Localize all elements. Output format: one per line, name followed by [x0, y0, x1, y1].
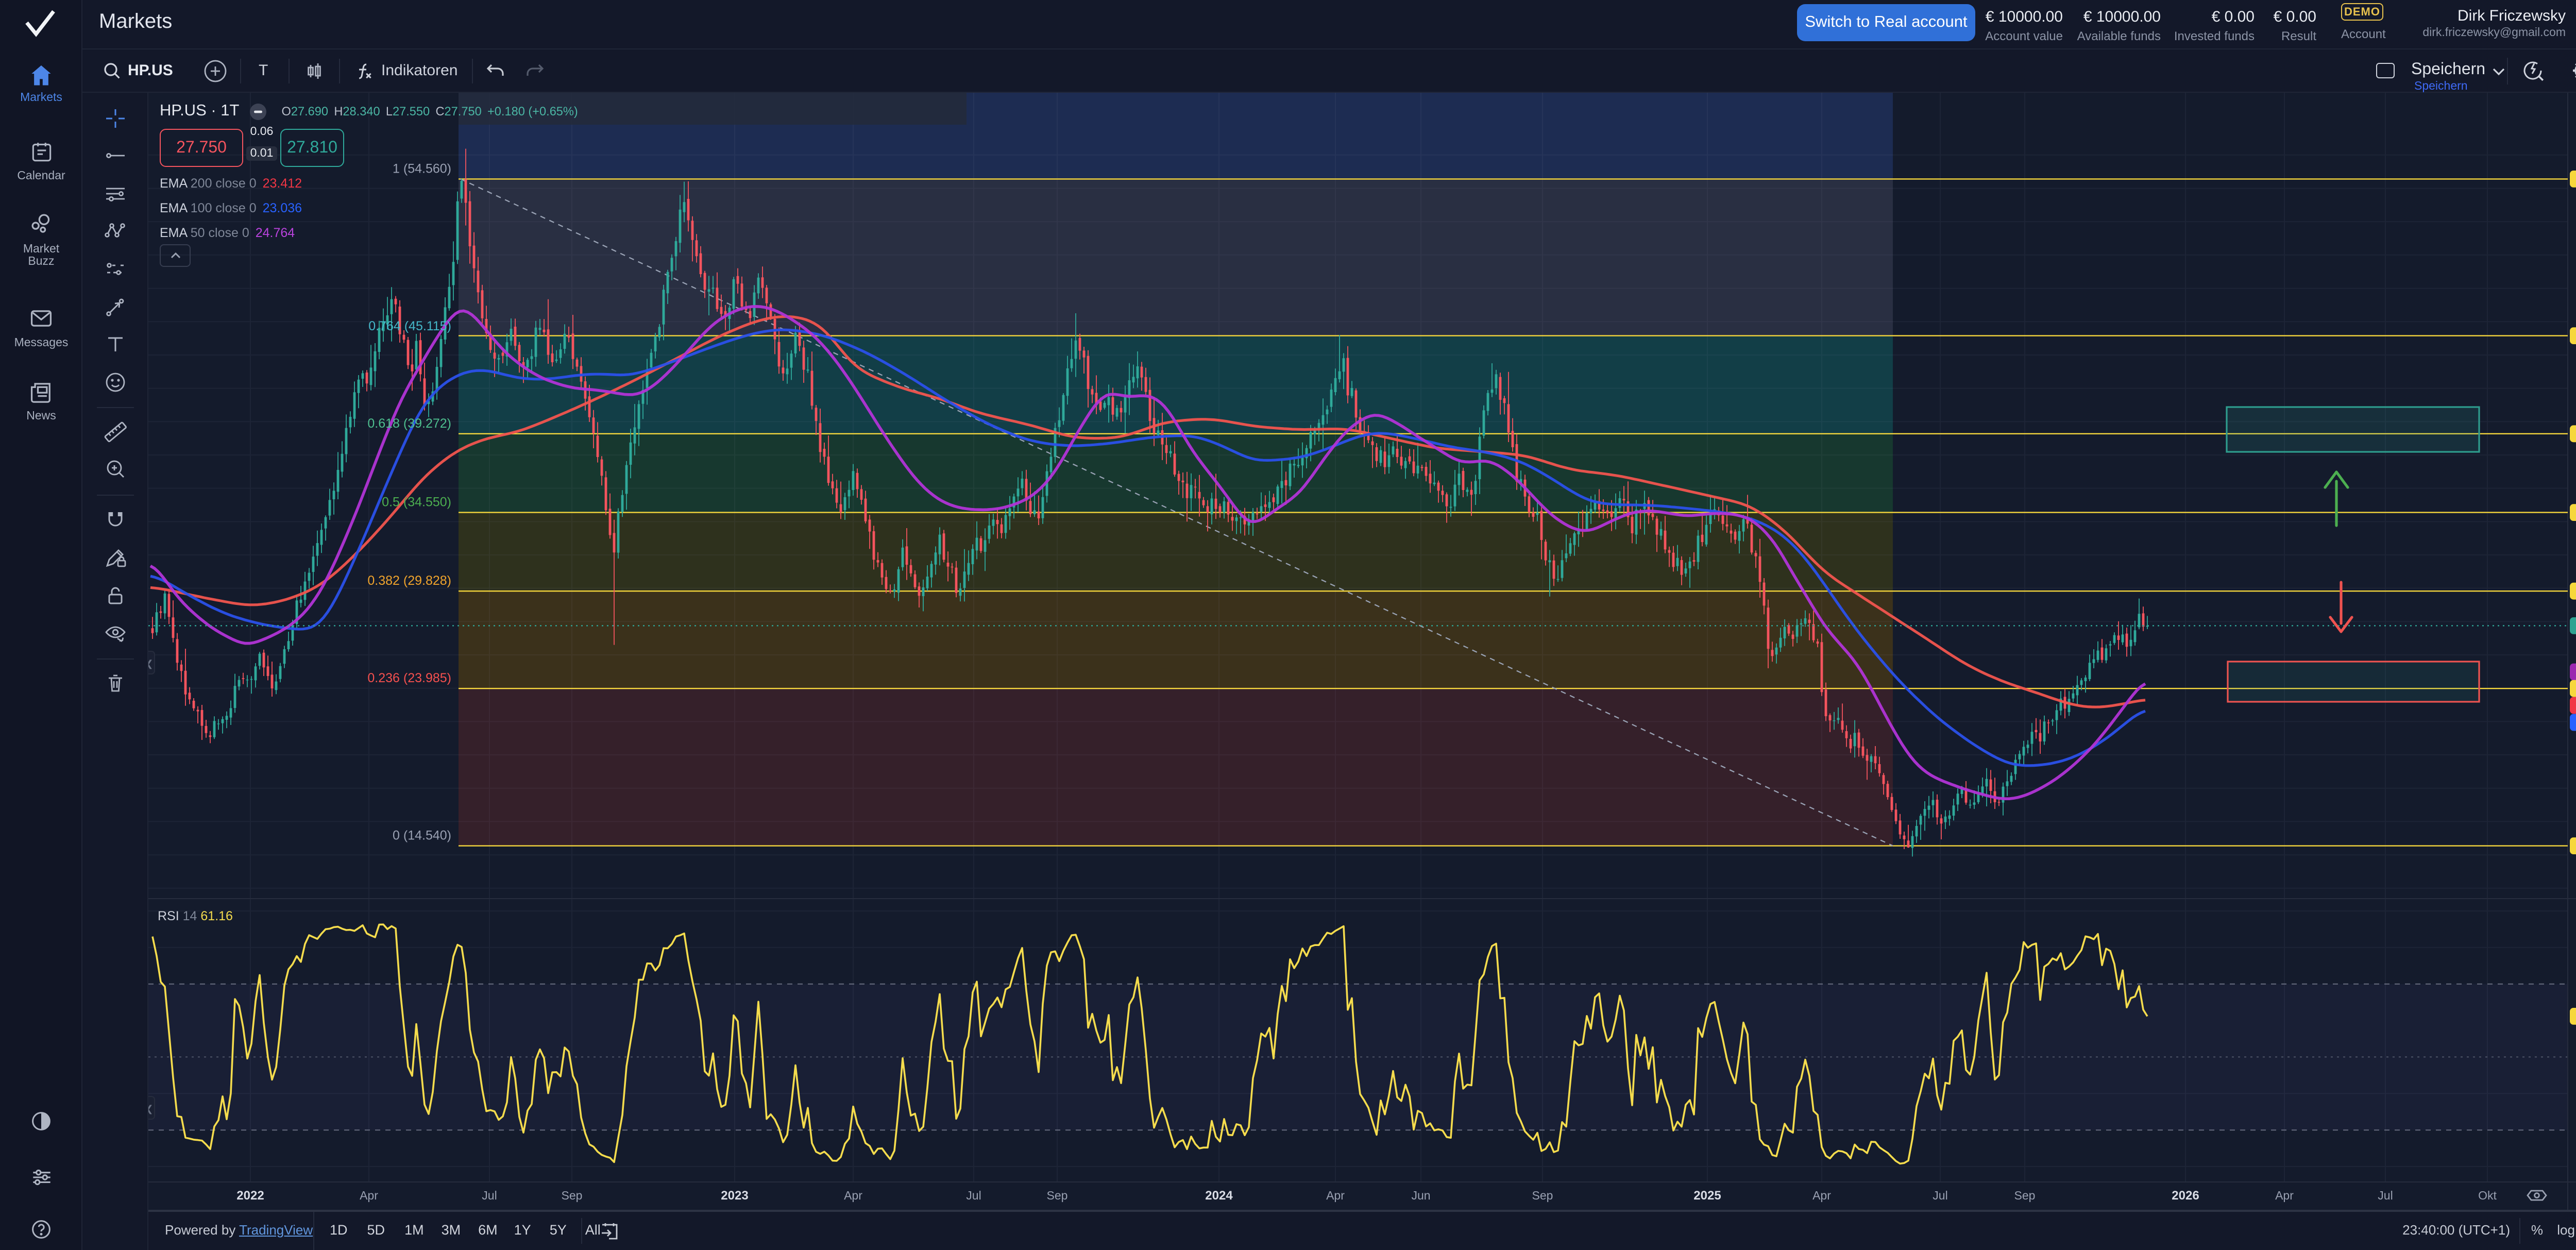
- svg-text:0.618 (39.272): 0.618 (39.272): [367, 416, 451, 431]
- svg-text:1 (54.560): 1 (54.560): [393, 161, 451, 176]
- svg-text:2023: 2023: [721, 1189, 748, 1203]
- svg-text:Jul: Jul: [482, 1189, 497, 1202]
- svg-text:0.236 (23.985): 0.236 (23.985): [367, 671, 451, 685]
- svg-text:Okt: Okt: [2478, 1189, 2497, 1202]
- svg-text:0.764 (45.115): 0.764 (45.115): [368, 319, 451, 333]
- svg-text:0.382 (29.828): 0.382 (29.828): [367, 573, 451, 588]
- svg-text:Jul: Jul: [966, 1189, 981, 1202]
- svg-text:Apr: Apr: [2275, 1189, 2294, 1202]
- svg-text:2025: 2025: [1693, 1189, 1721, 1203]
- svg-text:2022: 2022: [236, 1189, 264, 1203]
- svg-text:RSI 14 61.16: RSI 14 61.16: [158, 909, 233, 923]
- svg-text:Apr: Apr: [360, 1189, 378, 1202]
- svg-text:❮: ❮: [148, 658, 154, 669]
- svg-text:Apr: Apr: [844, 1189, 862, 1202]
- svg-text:Jun: Jun: [1411, 1189, 1430, 1202]
- svg-text:Apr: Apr: [1812, 1189, 1831, 1202]
- svg-text:0.5 (34.550): 0.5 (34.550): [382, 495, 451, 510]
- svg-text:0 (14.540): 0 (14.540): [393, 829, 451, 843]
- svg-text:2026: 2026: [2172, 1189, 2199, 1203]
- svg-text:Jul: Jul: [1933, 1189, 1947, 1202]
- svg-text:Sep: Sep: [2014, 1189, 2036, 1202]
- svg-text:❮: ❮: [148, 1104, 154, 1114]
- svg-text:Sep: Sep: [1047, 1189, 1068, 1202]
- svg-text:2024: 2024: [1205, 1189, 1233, 1203]
- svg-text:Sep: Sep: [1532, 1189, 1553, 1202]
- svg-text:Sep: Sep: [562, 1189, 583, 1202]
- svg-text:Apr: Apr: [1326, 1189, 1345, 1202]
- svg-text:Jul: Jul: [2378, 1189, 2393, 1202]
